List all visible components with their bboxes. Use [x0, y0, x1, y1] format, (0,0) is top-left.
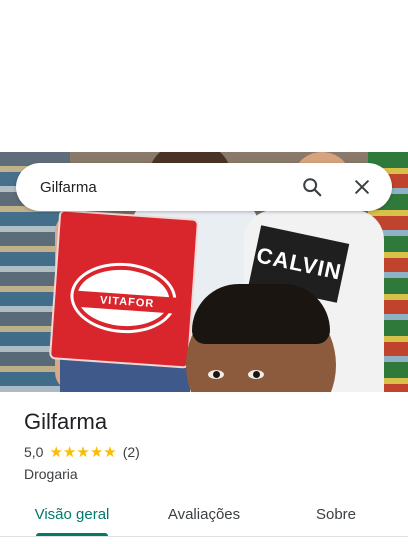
star-icon: ★: [89, 443, 104, 461]
bag-logo: VITAFOR: [71, 262, 178, 334]
tab-overview[interactable]: Visão geral: [24, 492, 120, 536]
tab-about[interactable]: Sobre: [296, 492, 376, 536]
search-icon[interactable]: [298, 173, 326, 201]
tab-bar: Visão geral Avaliações Sobre: [0, 492, 408, 536]
search-bar[interactable]: Gilfarma: [16, 163, 392, 211]
place-category: Drogaria: [24, 466, 78, 482]
close-icon[interactable]: [348, 173, 376, 201]
search-input[interactable]: Gilfarma: [40, 179, 298, 196]
rating-value: 5,0: [24, 444, 44, 460]
star-rating: ★ ★ ★ ★ ★: [49, 445, 116, 460]
photo-person: [186, 284, 336, 392]
review-count[interactable]: (2): [123, 444, 140, 460]
star-icon: ★: [103, 443, 117, 461]
bag-logo-text: VITAFOR: [76, 290, 178, 314]
tab-reviews[interactable]: Avaliações: [152, 492, 256, 536]
photo-person: [192, 284, 330, 344]
place-name: Gilfarma: [24, 409, 108, 434]
photo-eye: [248, 370, 264, 379]
star-icon: ★: [76, 443, 90, 461]
photo-bag: VITAFOR: [48, 209, 200, 369]
photo-eye: [208, 370, 224, 379]
divider: [0, 536, 408, 537]
rating-row[interactable]: 5,0 ★ ★ ★ ★ ★ (2): [24, 444, 140, 460]
star-icon: ★: [62, 443, 77, 461]
star-icon: ★: [49, 443, 63, 461]
